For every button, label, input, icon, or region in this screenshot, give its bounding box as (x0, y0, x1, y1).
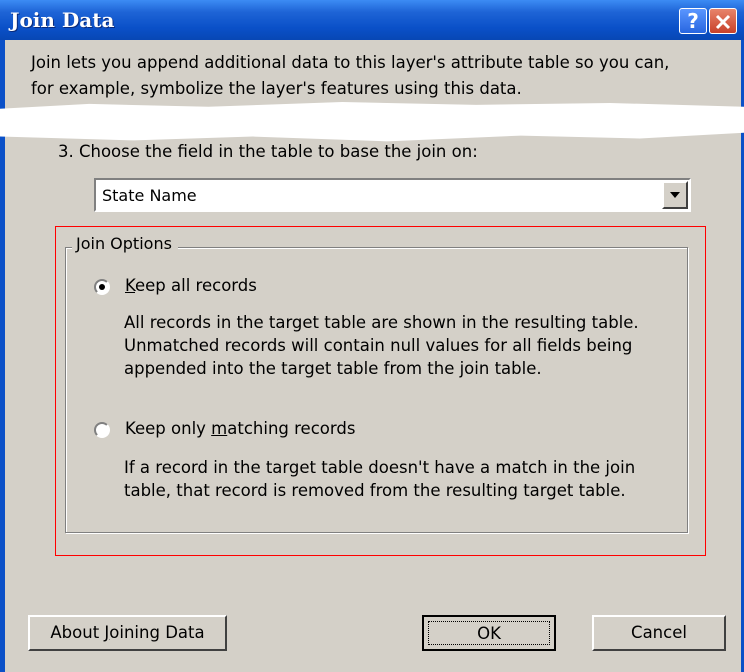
step-3-label: 3. Choose the field in the table to base… (58, 142, 478, 161)
keep-matching-records-radio[interactable] (94, 422, 110, 438)
keep-matching-records-label[interactable]: Keep only matching records (125, 419, 355, 438)
keep-all-records-description: All records in the target table are show… (124, 313, 639, 378)
intro-line-2: for example, symbolize the layer's featu… (31, 79, 522, 98)
close-button[interactable] (709, 8, 737, 34)
ok-focus-rect: OK (428, 621, 550, 645)
mnemonic-m: m (211, 419, 228, 438)
intro-text: Join lets you append additional data to … (31, 50, 721, 102)
mnemonic-k: K (125, 276, 135, 295)
about-joining-data-button[interactable]: About Joining Data (28, 615, 227, 651)
join-options-legend: Join Options (72, 234, 178, 253)
help-icon: ? (687, 9, 699, 33)
keep-all-records-radio[interactable] (94, 279, 110, 295)
ok-button[interactable]: OK (422, 615, 556, 651)
join-field-select[interactable]: State Name (94, 178, 691, 212)
close-icon (715, 14, 731, 30)
join-field-value: State Name (102, 186, 197, 205)
dropdown-button[interactable] (662, 181, 688, 209)
help-button[interactable]: ? (679, 8, 707, 34)
keep-matching-records-description: If a record in the target table doesn't … (124, 458, 636, 500)
dialog-title: Join Data (10, 8, 115, 32)
cancel-button[interactable]: Cancel (592, 615, 726, 651)
title-bar[interactable]: Join Data ? (0, 0, 744, 40)
join-data-dialog: Join Data ? Join lets you append additio… (0, 0, 744, 672)
keep-all-records-label[interactable]: Keep all records (125, 276, 257, 295)
radio-selected-dot (99, 284, 105, 290)
chevron-down-icon (670, 192, 680, 198)
intro-line-1: Join lets you append additional data to … (31, 53, 670, 72)
